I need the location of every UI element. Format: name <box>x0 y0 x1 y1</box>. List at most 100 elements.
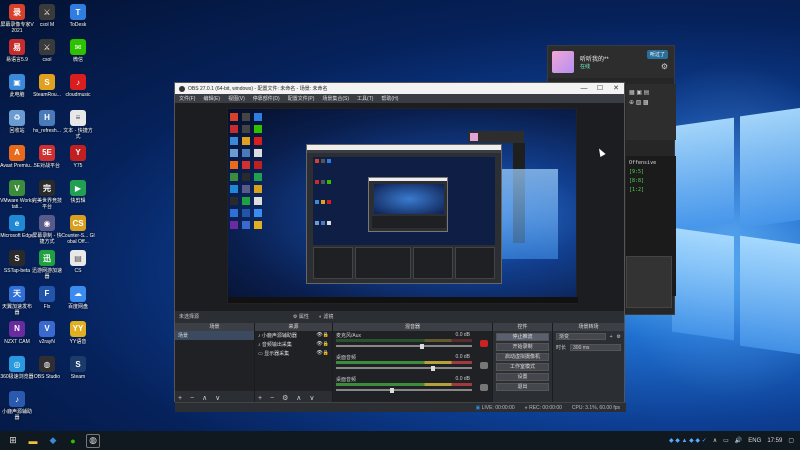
app-icon[interactable]: ● <box>66 434 80 448</box>
settings-button[interactable]: 设置 <box>496 373 549 381</box>
desktop-icon[interactable]: ◍ OBS Studio <box>30 356 64 380</box>
desktop-icon[interactable]: N NZXT CAM <box>0 320 34 345</box>
desktop-icon[interactable]: 完完美世界竞技平台 <box>30 180 64 210</box>
desktop-icon[interactable]: A Avast Premiu... <box>0 144 34 169</box>
avatar[interactable] <box>552 51 574 73</box>
scene-item[interactable]: 场景 <box>175 331 254 340</box>
volume-slider[interactable] <box>336 388 472 393</box>
desktop-icon[interactable]: 迅迅游网游加速器 <box>30 250 64 280</box>
gear-icon[interactable]: ⚙ <box>617 334 621 340</box>
desktop-icon[interactable]: T ToDesk <box>61 4 95 28</box>
slider-knob[interactable] <box>431 366 436 371</box>
maximize-button[interactable]: ☐ <box>592 83 608 94</box>
volume-slider[interactable] <box>336 366 472 371</box>
clock[interactable]: 17:59 <box>767 438 782 444</box>
mute-icon[interactable] <box>480 340 488 347</box>
desktop-icon[interactable]: 易易语言5.9 <box>0 39 34 63</box>
desktop-icon[interactable]: ▶ 快剪辑 <box>61 180 95 204</box>
language-indicator[interactable]: ENG <box>748 438 761 444</box>
desktop-icon[interactable]: F Flx <box>30 285 64 310</box>
desktop-icon[interactable]: CS Counter-S... Global Off... <box>61 215 95 245</box>
obs-window[interactable]: OBS 27.0.1 (64-bit, windows) - 配置文件: 未命名… <box>174 82 626 412</box>
obs-taskbar-icon[interactable]: ◍ <box>86 433 100 448</box>
desktop-icon[interactable]: ▣ 此电脑 <box>0 74 34 98</box>
menu-edit[interactable]: 编辑(E) <box>203 95 220 102</box>
desktop-icon[interactable]: 5E 5E对战平台 <box>30 144 64 169</box>
desktop-icon[interactable]: Vv2rayN <box>30 320 64 345</box>
windows-start-icon[interactable]: ⊞ <box>6 434 20 448</box>
file-explorer-icon[interactable]: ▬ <box>26 434 40 448</box>
menu-tools[interactable]: 工具(T) <box>357 95 373 102</box>
transition-select[interactable]: 渐变 <box>556 333 606 340</box>
menu-profile[interactable]: 配置文件(P) <box>288 95 315 102</box>
properties-button[interactable]: ⚙ 属性 <box>293 313 309 320</box>
desktop-icon[interactable]: 天天翼加速发布器 <box>0 285 34 316</box>
scenes-controls[interactable]: + − ∧ ∨ <box>178 394 223 402</box>
desktop-icon-label: Microsoft Edge <box>0 233 34 240</box>
slider-knob[interactable] <box>420 344 425 349</box>
desktop-icon[interactable]: ◎ 360极速浏览器 <box>0 356 34 380</box>
gear-icon[interactable]: ⚙ <box>661 62 668 71</box>
menu-view[interactable]: 视图(V) <box>228 95 245 102</box>
network-icon[interactable]: ▭ <box>723 437 729 444</box>
chat-tools-icon[interactable]: ▦ ▣ ▤ <box>629 88 673 98</box>
notification-icon[interactable]: ▢ <box>788 437 794 444</box>
minimize-button[interactable]: — <box>576 83 592 94</box>
filters-button[interactable]: ◐ 滤镜 <box>319 313 333 320</box>
tray-icons[interactable]: ◆ ◆ ▲ ◆ ◆ ✓ <box>669 437 707 444</box>
desktop-icon[interactable]: Y Y75 <box>61 144 95 169</box>
source-item[interactable]: ▭ 显示器采集 👁🔒 <box>255 349 332 358</box>
volume-icon[interactable]: 🔊 <box>735 437 742 444</box>
sources-controls[interactable]: + − ⚙ ∧ ∨ <box>258 394 317 402</box>
desktop-icon[interactable]: ▤ CS <box>61 250 95 274</box>
close-button[interactable]: ✕ <box>608 83 624 94</box>
desktop-icon[interactable]: 录屏幕录像专家V2021 <box>0 4 34 34</box>
xiaolu-icon: ♪ <box>9 391 25 408</box>
desktop-icon[interactable]: e Microsoft Edge <box>0 215 34 239</box>
exit-button[interactable]: 退出 <box>496 383 549 391</box>
desktop-icon-label: hs_refresh... <box>33 127 61 134</box>
obs-title-bar[interactable]: OBS 27.0.1 (64-bit, windows) - 配置文件: 未命名… <box>175 83 624 94</box>
menu-help[interactable]: 帮助(H) <box>381 95 398 102</box>
taskbar: ⊞ ▬ ◆ ● ◍ ◆ ◆ ▲ ◆ ◆ ✓ ∧ ▭ 🔊 ENG 17:59 ▢ <box>0 431 800 450</box>
chat-tools-icon[interactable]: ⊕ ▨ ▩ <box>629 98 673 108</box>
volume-slider[interactable] <box>336 344 472 349</box>
stop-streaming-button[interactable]: 停止推流 <box>496 333 549 341</box>
start-recording-button[interactable]: 开始录制 <box>496 343 549 351</box>
desktop-icon[interactable]: ⚔ csol <box>30 39 64 63</box>
menu-file[interactable]: 文件(F) <box>179 95 195 102</box>
desktop-icon[interactable]: ◉ 屏幕录制 - 快捷方式 <box>30 215 64 245</box>
source-item[interactable]: ♪ 音频输出采集 👁🔒 <box>255 340 332 349</box>
speaker-icon[interactable] <box>480 384 488 391</box>
desktop-icon[interactable]: V VMware Workstati... <box>0 180 34 210</box>
slider-knob[interactable] <box>390 388 395 393</box>
app-icon[interactable]: ◆ <box>46 434 60 448</box>
sources-dock: 来源 ♪ 小鹿声源辅助器 👁🔒 ♪ 音频输出采集 👁🔒 ▭ 显示器采集 👁🔒 + − … <box>255 323 333 403</box>
desktop-icon[interactable]: S Steam <box>61 356 95 380</box>
desktop-icon[interactable]: S SSTap-beta <box>0 250 34 274</box>
desktop-icon[interactable]: ⚔ csol M <box>30 4 64 28</box>
desktop-icon[interactable]: S SteamRou... <box>30 74 64 98</box>
menu-scene-collection[interactable]: 场景集合(S) <box>322 95 349 102</box>
desktop-icon[interactable]: ♪ 小鹿声源辅助器 <box>0 391 34 421</box>
5e-icon: 5E <box>39 144 55 161</box>
chevron-up-icon[interactable]: ∧ <box>713 437 717 444</box>
chat-side-panel <box>626 256 672 308</box>
menu-docks[interactable]: 停靠部件(D) <box>253 95 280 102</box>
speaker-icon[interactable] <box>480 362 488 369</box>
virtual-camera-button[interactable]: 启动虚拟摄像机 <box>496 353 549 361</box>
desktop-icon[interactable]: ☁ 百度网盘 <box>61 285 95 310</box>
desktop-icon[interactable]: ≡ 文本 - 快捷方式 <box>61 109 95 140</box>
desktop-icon[interactable]: ✉ 微信 <box>61 39 95 63</box>
add-transition-icon[interactable]: + <box>610 334 613 340</box>
desktop-icon[interactable]: ♻ 回收站 <box>0 109 34 134</box>
window-title: OBS 27.0.1 (64-bit, windows) - 配置文件: 未命名… <box>188 86 328 92</box>
desktop-icon[interactable]: ♪ cloudmusic <box>61 74 95 98</box>
duration-input[interactable]: 300 ms <box>570 344 621 351</box>
desktop-icon[interactable]: YY YY语音 <box>61 320 95 345</box>
desktop-icon[interactable]: Hhs_refresh... <box>30 109 64 134</box>
source-item[interactable]: ♪ 小鹿声源辅助器 👁🔒 <box>255 331 332 340</box>
studio-mode-button[interactable]: 工作室模式 <box>496 363 549 371</box>
status-badge[interactable]: 听过了 <box>646 50 668 59</box>
preview-area[interactable] <box>175 103 624 311</box>
